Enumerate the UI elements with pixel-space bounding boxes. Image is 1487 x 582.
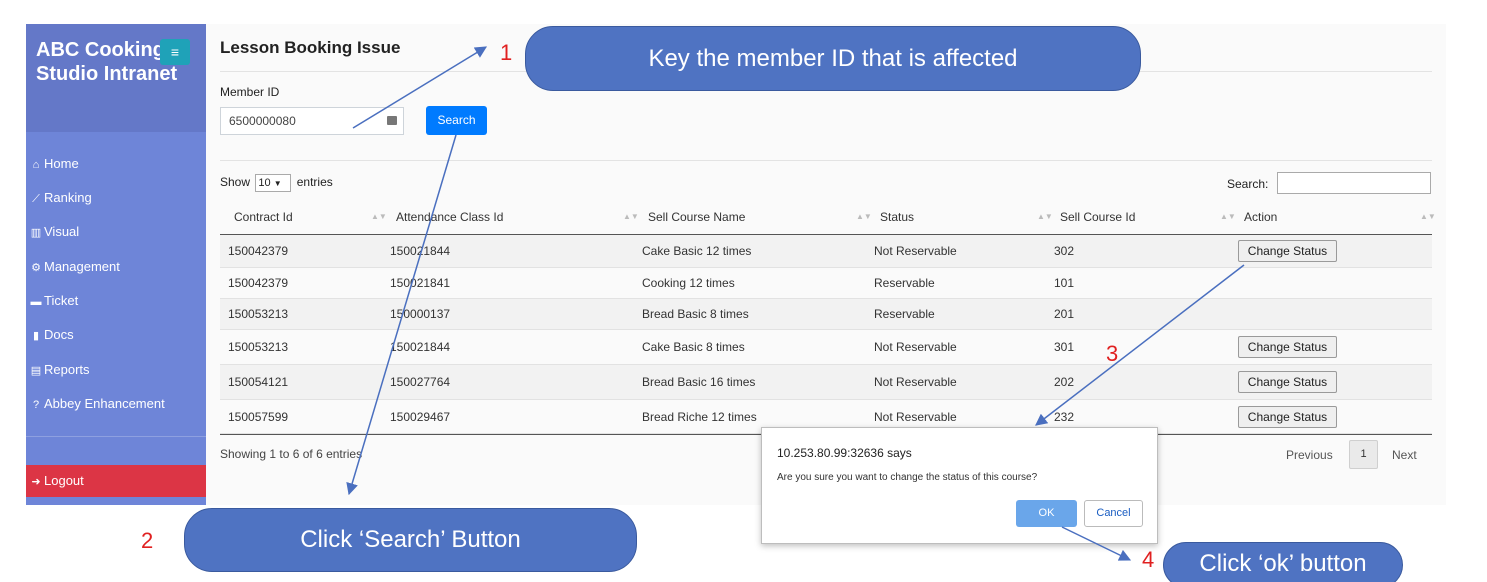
- arrow-step-4: [1061, 526, 1132, 561]
- callout-step-4: Click ‘ok’ button: [1163, 542, 1403, 582]
- screenshot-stage: ABC Cooking Studio Intranet ≡ ⌂ Home ⟋ Ran…: [0, 0, 1487, 582]
- step-number-3: 3: [1106, 341, 1119, 366]
- step-number-4: 4: [1142, 547, 1155, 572]
- callout-step-2: Click ‘Search’ Button: [184, 508, 637, 572]
- arrow-step-2: [346, 134, 457, 496]
- arrow-step-3: [1035, 264, 1245, 426]
- step-number-1: 1: [500, 40, 513, 65]
- step-number-2: 2: [141, 528, 154, 553]
- callout-step-1: Key the member ID that is affected: [525, 26, 1141, 91]
- arrow-step-1: [352, 46, 488, 129]
